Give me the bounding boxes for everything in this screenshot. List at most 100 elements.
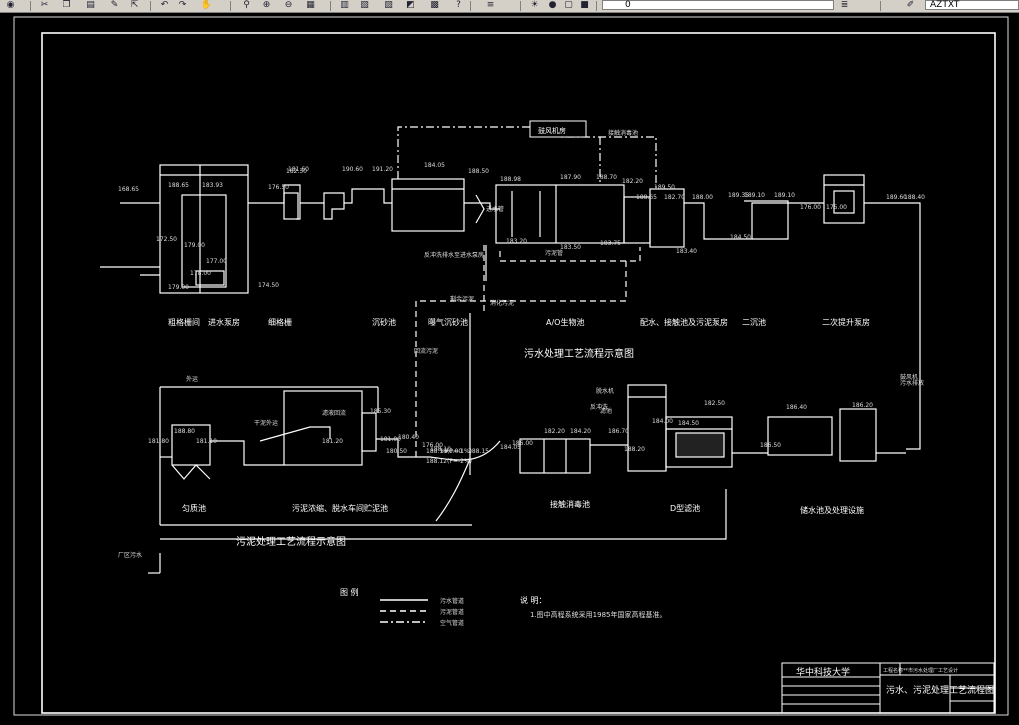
- layer-states-icon[interactable]: ≣: [838, 0, 851, 11]
- main-flow-title: 污水处理工艺流程示意图: [524, 347, 634, 360]
- tool-palette-icon[interactable]: ▧: [358, 0, 371, 11]
- elevation-label: 186.70: [608, 428, 629, 435]
- elevation-label: 189.10: [774, 192, 795, 199]
- elevation-label: 188.50: [468, 168, 489, 175]
- elevation-label: 183.40: [676, 248, 697, 255]
- elevation-label: 189.50: [654, 184, 675, 191]
- process-unit-label: D型滤池: [670, 503, 700, 513]
- drawing-canvas[interactable]: 鼓风机房 168.65 188.65 183.93 181.60 176.50 172.5…: [0, 13, 1019, 721]
- sheet-set-icon[interactable]: ▨: [382, 0, 395, 11]
- project-label: 工程名称: [883, 667, 903, 674]
- design-center-icon[interactable]: ▥: [338, 0, 351, 11]
- process-unit-label: 曝气沉砂池: [428, 317, 468, 327]
- process-unit-label: 贮泥池: [364, 503, 388, 513]
- flow-note: 脱水机: [596, 387, 614, 395]
- plot-style-icon[interactable]: ✐: [904, 0, 917, 11]
- sheet-border-outer: [13, 16, 1009, 716]
- legend-label: 污水管道: [440, 597, 464, 605]
- elevation-label: 182.20: [622, 178, 643, 185]
- globe-icon[interactable]: ◉: [4, 0, 17, 11]
- cut-icon[interactable]: ✂: [38, 0, 51, 11]
- toolbar-separator: [470, 1, 471, 11]
- flow-note-labels: 接触消毒池反冲洗排水至进水泵房1#0.00188.10进水管剩余污泥回流污泥消化…: [118, 129, 924, 559]
- elevation-labels-bottom: 181.80188.80181.10 181.20185.30181.00180.…: [148, 400, 873, 455]
- elevation-label: 191.20: [372, 166, 393, 173]
- flow-note: 反冲洗: [590, 403, 608, 411]
- elevation-label: 188.20: [624, 446, 645, 453]
- zoom-previous-icon[interactable]: ⊖: [282, 0, 295, 11]
- process-unit-label: A/O生物池: [546, 317, 584, 327]
- flow-note: 进水管: [486, 205, 504, 213]
- paste-icon[interactable]: ▤: [84, 0, 97, 11]
- undo-icon[interactable]: ↶: [158, 0, 171, 11]
- elevation-label: 190.60: [342, 166, 363, 173]
- flow-note: 剩余污泥: [450, 295, 474, 303]
- elevation-label: 181.20: [322, 438, 343, 445]
- elevation-label: 186.20: [852, 402, 873, 409]
- elevation-label: 188.65: [168, 182, 189, 189]
- elevation-label: 180.50: [386, 448, 407, 455]
- help-icon[interactable]: ?: [452, 0, 465, 11]
- flow-note: 消化污泥: [490, 299, 514, 307]
- drawing-name: 污水、污泥处理工艺流程图: [886, 684, 994, 696]
- toolbar-separator: [880, 1, 881, 11]
- text-style-dropdown[interactable]: AZTXT: [925, 0, 1019, 10]
- elevation-label: 180.40: [398, 434, 419, 441]
- copy-icon[interactable]: ❐: [60, 0, 73, 11]
- layers-icon[interactable]: ≡: [484, 0, 497, 11]
- sludge-unit-labels: 贮泥池污泥浓缩、脱水车间 匀质池 接触消毒池 D型滤池 储水池及处理设施: [182, 499, 864, 515]
- elevation-label: 182.30: [286, 168, 307, 175]
- process-unit-label: 二次提升泵房: [822, 317, 870, 327]
- elevation-label: 186.50: [760, 442, 781, 449]
- sun-icon[interactable]: ●: [546, 0, 559, 11]
- flow-note: 188.10(P=-1%): [426, 448, 472, 455]
- project-value: **市污水处理厂工艺设计: [903, 667, 958, 674]
- properties-icon[interactable]: ▦: [304, 0, 317, 11]
- toolbar-separator: [150, 1, 151, 11]
- lock-icon[interactable]: ▢: [562, 0, 575, 11]
- brush-icon[interactable]: ✎: [108, 0, 121, 11]
- blower-house-label: 鼓风机房: [538, 126, 566, 135]
- elevation-label: 183.50: [560, 244, 581, 251]
- layer-dropdown[interactable]: 0: [602, 0, 834, 10]
- layer-value: 0: [625, 0, 631, 10]
- zoom-realtime-icon[interactable]: ⚲: [240, 0, 253, 11]
- elevation-label: 172.50: [156, 236, 177, 243]
- zoom-window-icon[interactable]: ⊕: [260, 0, 273, 11]
- process-unit-label: 匀质池: [182, 503, 206, 513]
- process-unit-label: 粗格栅间: [168, 317, 200, 327]
- sheet-border-inner: [41, 32, 996, 714]
- elevation-label: 188.40: [904, 194, 925, 201]
- text-style-value: AZTXT: [930, 0, 960, 10]
- process-unit-label: 细格栅: [268, 317, 292, 327]
- flow-note: 厂区污水: [118, 551, 142, 559]
- notes-item: 1.图中高程系统采用1985年国家高程基准。: [530, 610, 667, 619]
- bulb-icon[interactable]: ☀: [528, 0, 541, 11]
- match-icon[interactable]: ⇱: [128, 0, 141, 11]
- elevation-label: 179.00: [184, 242, 205, 249]
- markup-icon[interactable]: ◩: [404, 0, 417, 11]
- legend-label: 污泥管道: [440, 608, 464, 616]
- elevation-label: 174.50: [258, 282, 279, 289]
- water-unit-labels: 粗格栅间 进水泵房 细格栅 曝气沉砂池 沉砂池 A/O生物池 二沉池 配水、接触池及污泥泵房 二…: [168, 317, 870, 327]
- flow-note: 干泥外运: [254, 419, 278, 427]
- elevation-label: 184.50: [730, 234, 751, 241]
- elevation-label: 188.70: [596, 174, 617, 181]
- elevation-label: 182.50: [704, 400, 725, 407]
- elevation-label: 183.75: [600, 240, 621, 247]
- elevation-label: 184.05: [424, 162, 445, 169]
- sludge-flow-title: 污泥处理工艺流程示意图: [236, 535, 346, 548]
- notes-title: 说 明：: [520, 595, 547, 605]
- elevation-label: 184.50: [678, 420, 699, 427]
- calculator-icon[interactable]: ▩: [428, 0, 441, 11]
- color-icon[interactable]: ■: [578, 0, 591, 11]
- redo-icon[interactable]: ↷: [176, 0, 189, 11]
- elevation-label: 177.00: [206, 258, 227, 265]
- toolbar-separator: [230, 1, 231, 11]
- elevation-label: 184.20: [570, 428, 591, 435]
- process-unit-label: 配水、接触池及污泥泵房: [640, 317, 728, 327]
- legend-title: 图 例: [340, 587, 359, 597]
- process-unit-label: 污泥浓缩、脱水车间: [292, 503, 364, 513]
- pan-icon[interactable]: ✋: [200, 0, 213, 11]
- school-name: 华中科技大学: [796, 666, 850, 678]
